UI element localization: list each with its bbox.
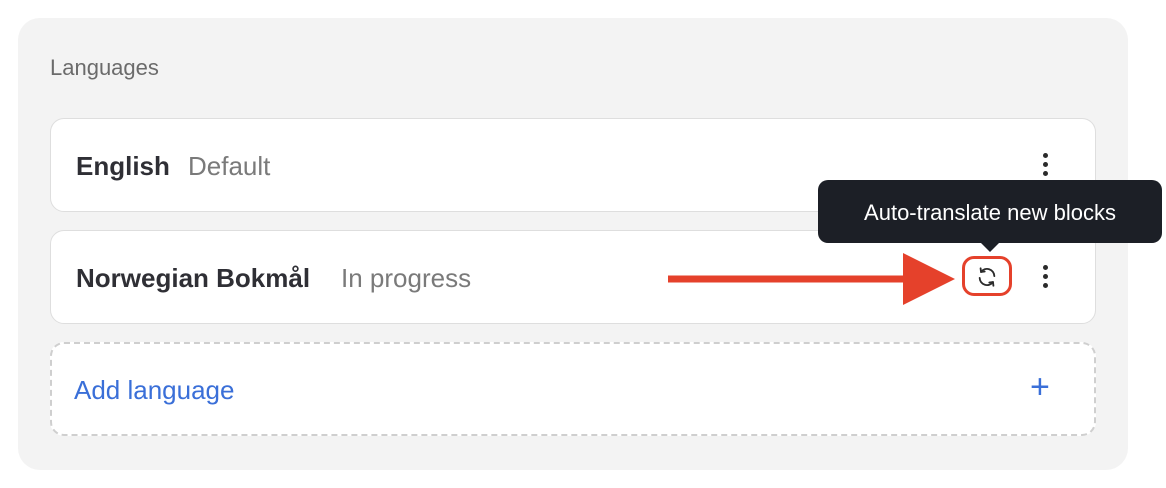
tooltip: Auto-translate new blocks (818, 180, 1162, 243)
tooltip-arrow (980, 242, 1000, 252)
